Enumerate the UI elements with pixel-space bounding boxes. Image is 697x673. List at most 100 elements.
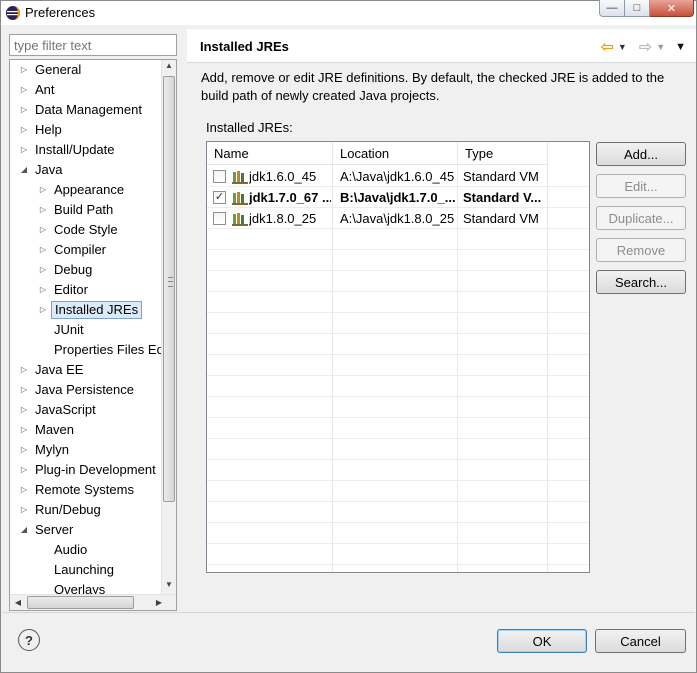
tree-item-label: Compiler xyxy=(54,242,107,257)
scroll-up-icon[interactable]: ▲ xyxy=(162,61,176,75)
page-header: Installed JREs ⇦ ▼ ⇨ ▼ ▼ xyxy=(187,29,696,63)
tree-item[interactable]: ▷ Java EE xyxy=(10,361,162,379)
collapsed-arrow-icon[interactable]: ▷ xyxy=(19,61,29,79)
tree-item[interactable]: Launching xyxy=(10,561,162,579)
installed-jres-label: Installed JREs: xyxy=(206,120,293,135)
tree-item[interactable]: ▷ Help xyxy=(10,121,162,139)
tree-item[interactable]: ◢ Server xyxy=(10,521,162,539)
tree-item-label: Java EE xyxy=(35,362,84,377)
cell-location: A:\Java\jdk1.6.0_45 xyxy=(340,169,455,184)
tree-item[interactable]: ▷ JavaScript xyxy=(10,401,162,419)
cell-location: B:\Java\jdk1.7.0_... xyxy=(340,190,456,205)
window-controls: — □ ✕ xyxy=(599,0,694,18)
tree-item-label: JUnit xyxy=(54,322,84,337)
add-button[interactable]: Add... xyxy=(596,142,686,166)
tree-item[interactable]: ▷ Installed JREs xyxy=(10,301,162,319)
maximize-button[interactable]: □ xyxy=(625,0,650,17)
tree-item-label: Debug xyxy=(54,262,93,277)
scroll-left-icon[interactable]: ◀ xyxy=(11,596,25,610)
jre-library-icon xyxy=(232,213,248,226)
tree-item[interactable]: ▷ Compiler xyxy=(10,241,162,259)
tree-item-label: Install/Update xyxy=(35,142,115,157)
jre-checkbox[interactable]: ✓ xyxy=(213,191,226,204)
jre-checkbox[interactable] xyxy=(213,212,226,225)
search-button[interactable]: Search... xyxy=(596,270,686,294)
tree-item[interactable]: ▷ Code Style xyxy=(10,221,162,239)
tree-item[interactable]: ▷ Appearance xyxy=(10,181,162,199)
minimize-button[interactable]: — xyxy=(599,0,625,17)
expanded-arrow-icon[interactable]: ◢ xyxy=(19,521,29,539)
collapsed-arrow-icon[interactable]: ▷ xyxy=(19,121,29,139)
collapsed-arrow-icon[interactable]: ▷ xyxy=(19,81,29,99)
tree-item[interactable]: ▷ Install/Update xyxy=(10,141,162,159)
edit-button: Edit... xyxy=(596,174,686,198)
collapsed-arrow-icon[interactable]: ▷ xyxy=(19,361,29,379)
view-menu-icon[interactable]: ▼ xyxy=(675,41,686,53)
collapsed-arrow-icon[interactable]: ▷ xyxy=(19,501,29,519)
collapsed-arrow-icon[interactable]: ▷ xyxy=(19,441,29,459)
tree-item-label: Server xyxy=(35,522,74,537)
collapsed-arrow-icon[interactable]: ▷ xyxy=(38,241,48,259)
tree-horizontal-scrollbar[interactable]: ◀ ▶ xyxy=(10,594,176,610)
tree-item[interactable]: ◢ Java xyxy=(10,161,162,179)
tree-item-label: Overlays xyxy=(54,582,106,595)
collapsed-arrow-icon[interactable]: ▷ xyxy=(38,301,48,319)
table-row[interactable]: jdk1.6.0_45 A:\Java\jdk1.6.0_45 Standard V… xyxy=(207,166,589,187)
tree-item[interactable]: ▷ Editor xyxy=(10,281,162,299)
back-dropdown-icon[interactable]: ▼ xyxy=(618,42,627,52)
collapsed-arrow-icon[interactable]: ▷ xyxy=(38,261,48,279)
back-arrow-icon[interactable]: ⇦ xyxy=(600,37,613,57)
cancel-button[interactable]: Cancel xyxy=(595,629,686,653)
collapsed-arrow-icon[interactable]: ▷ xyxy=(38,201,48,219)
collapsed-arrow-icon[interactable]: ▷ xyxy=(19,101,29,119)
tree-vertical-scrollbar[interactable]: ▲ ▼ xyxy=(161,60,176,595)
jre-library-icon xyxy=(232,171,248,184)
tree-item-label: Audio xyxy=(54,542,88,557)
tree-item[interactable]: ▷ Mylyn xyxy=(10,441,162,459)
collapsed-arrow-icon[interactable]: ▷ xyxy=(38,281,48,299)
collapsed-arrow-icon[interactable]: ▷ xyxy=(19,481,29,499)
tree-item[interactable]: ▷ Plug-in Development xyxy=(10,461,162,479)
scroll-thumb[interactable] xyxy=(163,76,175,502)
scroll-down-icon[interactable]: ▼ xyxy=(162,580,176,594)
tree-item[interactable]: JUnit xyxy=(10,321,162,339)
tree-item[interactable]: ▷ Maven xyxy=(10,421,162,439)
tree-item[interactable]: ▷ Debug xyxy=(10,261,162,279)
jre-library-icon xyxy=(232,192,248,205)
tree-item[interactable]: ▷ Data Management xyxy=(10,101,162,119)
tree-item-label: Ant xyxy=(35,82,55,97)
collapsed-arrow-icon[interactable]: ▷ xyxy=(19,461,29,479)
filter-input[interactable] xyxy=(9,34,177,56)
jre-checkbox[interactable] xyxy=(213,170,226,183)
collapsed-arrow-icon[interactable]: ▷ xyxy=(19,421,29,439)
close-button[interactable]: ✕ xyxy=(650,0,694,17)
tree-items: ▷ General ▷ Ant ▷ Data Management ▷ Help ▷ Instal… xyxy=(10,60,162,595)
tree-item-label: Java Persistence xyxy=(35,382,134,397)
collapsed-arrow-icon[interactable]: ▷ xyxy=(19,401,29,419)
help-icon[interactable]: ? xyxy=(18,629,40,651)
tree-item-label: Editor xyxy=(54,282,88,297)
tree-item[interactable]: ▷ General xyxy=(10,61,162,79)
tree-item[interactable]: Overlays xyxy=(10,581,162,595)
tree-item[interactable]: ▷ Run/Debug xyxy=(10,501,162,519)
ok-button[interactable]: OK xyxy=(497,629,587,653)
tree-item[interactable]: ▷ Java Persistence xyxy=(10,381,162,399)
column-header-type[interactable]: Type xyxy=(458,142,548,165)
collapsed-arrow-icon[interactable]: ▷ xyxy=(38,221,48,239)
tree-item[interactable]: Audio xyxy=(10,541,162,559)
collapsed-arrow-icon[interactable]: ▷ xyxy=(38,181,48,199)
table-row[interactable]: ✓ jdk1.7.0_67 ... B:\Java\jdk1.7.0_... Stan… xyxy=(207,187,589,208)
collapsed-arrow-icon[interactable]: ▷ xyxy=(19,141,29,159)
tree-item[interactable]: ▷ Remote Systems xyxy=(10,481,162,499)
cell-type: Standard VM xyxy=(463,169,539,184)
tree-item[interactable]: ▷ Ant xyxy=(10,81,162,99)
table-row[interactable]: jdk1.8.0_25 A:\Java\jdk1.8.0_25 Standard V… xyxy=(207,208,589,229)
tree-item[interactable]: ▷ Build Path xyxy=(10,201,162,219)
scroll-right-icon[interactable]: ▶ xyxy=(152,596,166,610)
expanded-arrow-icon[interactable]: ◢ xyxy=(19,161,29,179)
column-header-location[interactable]: Location xyxy=(333,142,458,165)
column-header-name[interactable]: Name xyxy=(207,142,333,165)
scroll-thumb-horizontal[interactable] xyxy=(27,596,134,609)
tree-item[interactable]: Properties Files Ed xyxy=(10,341,162,359)
collapsed-arrow-icon[interactable]: ▷ xyxy=(19,381,29,399)
